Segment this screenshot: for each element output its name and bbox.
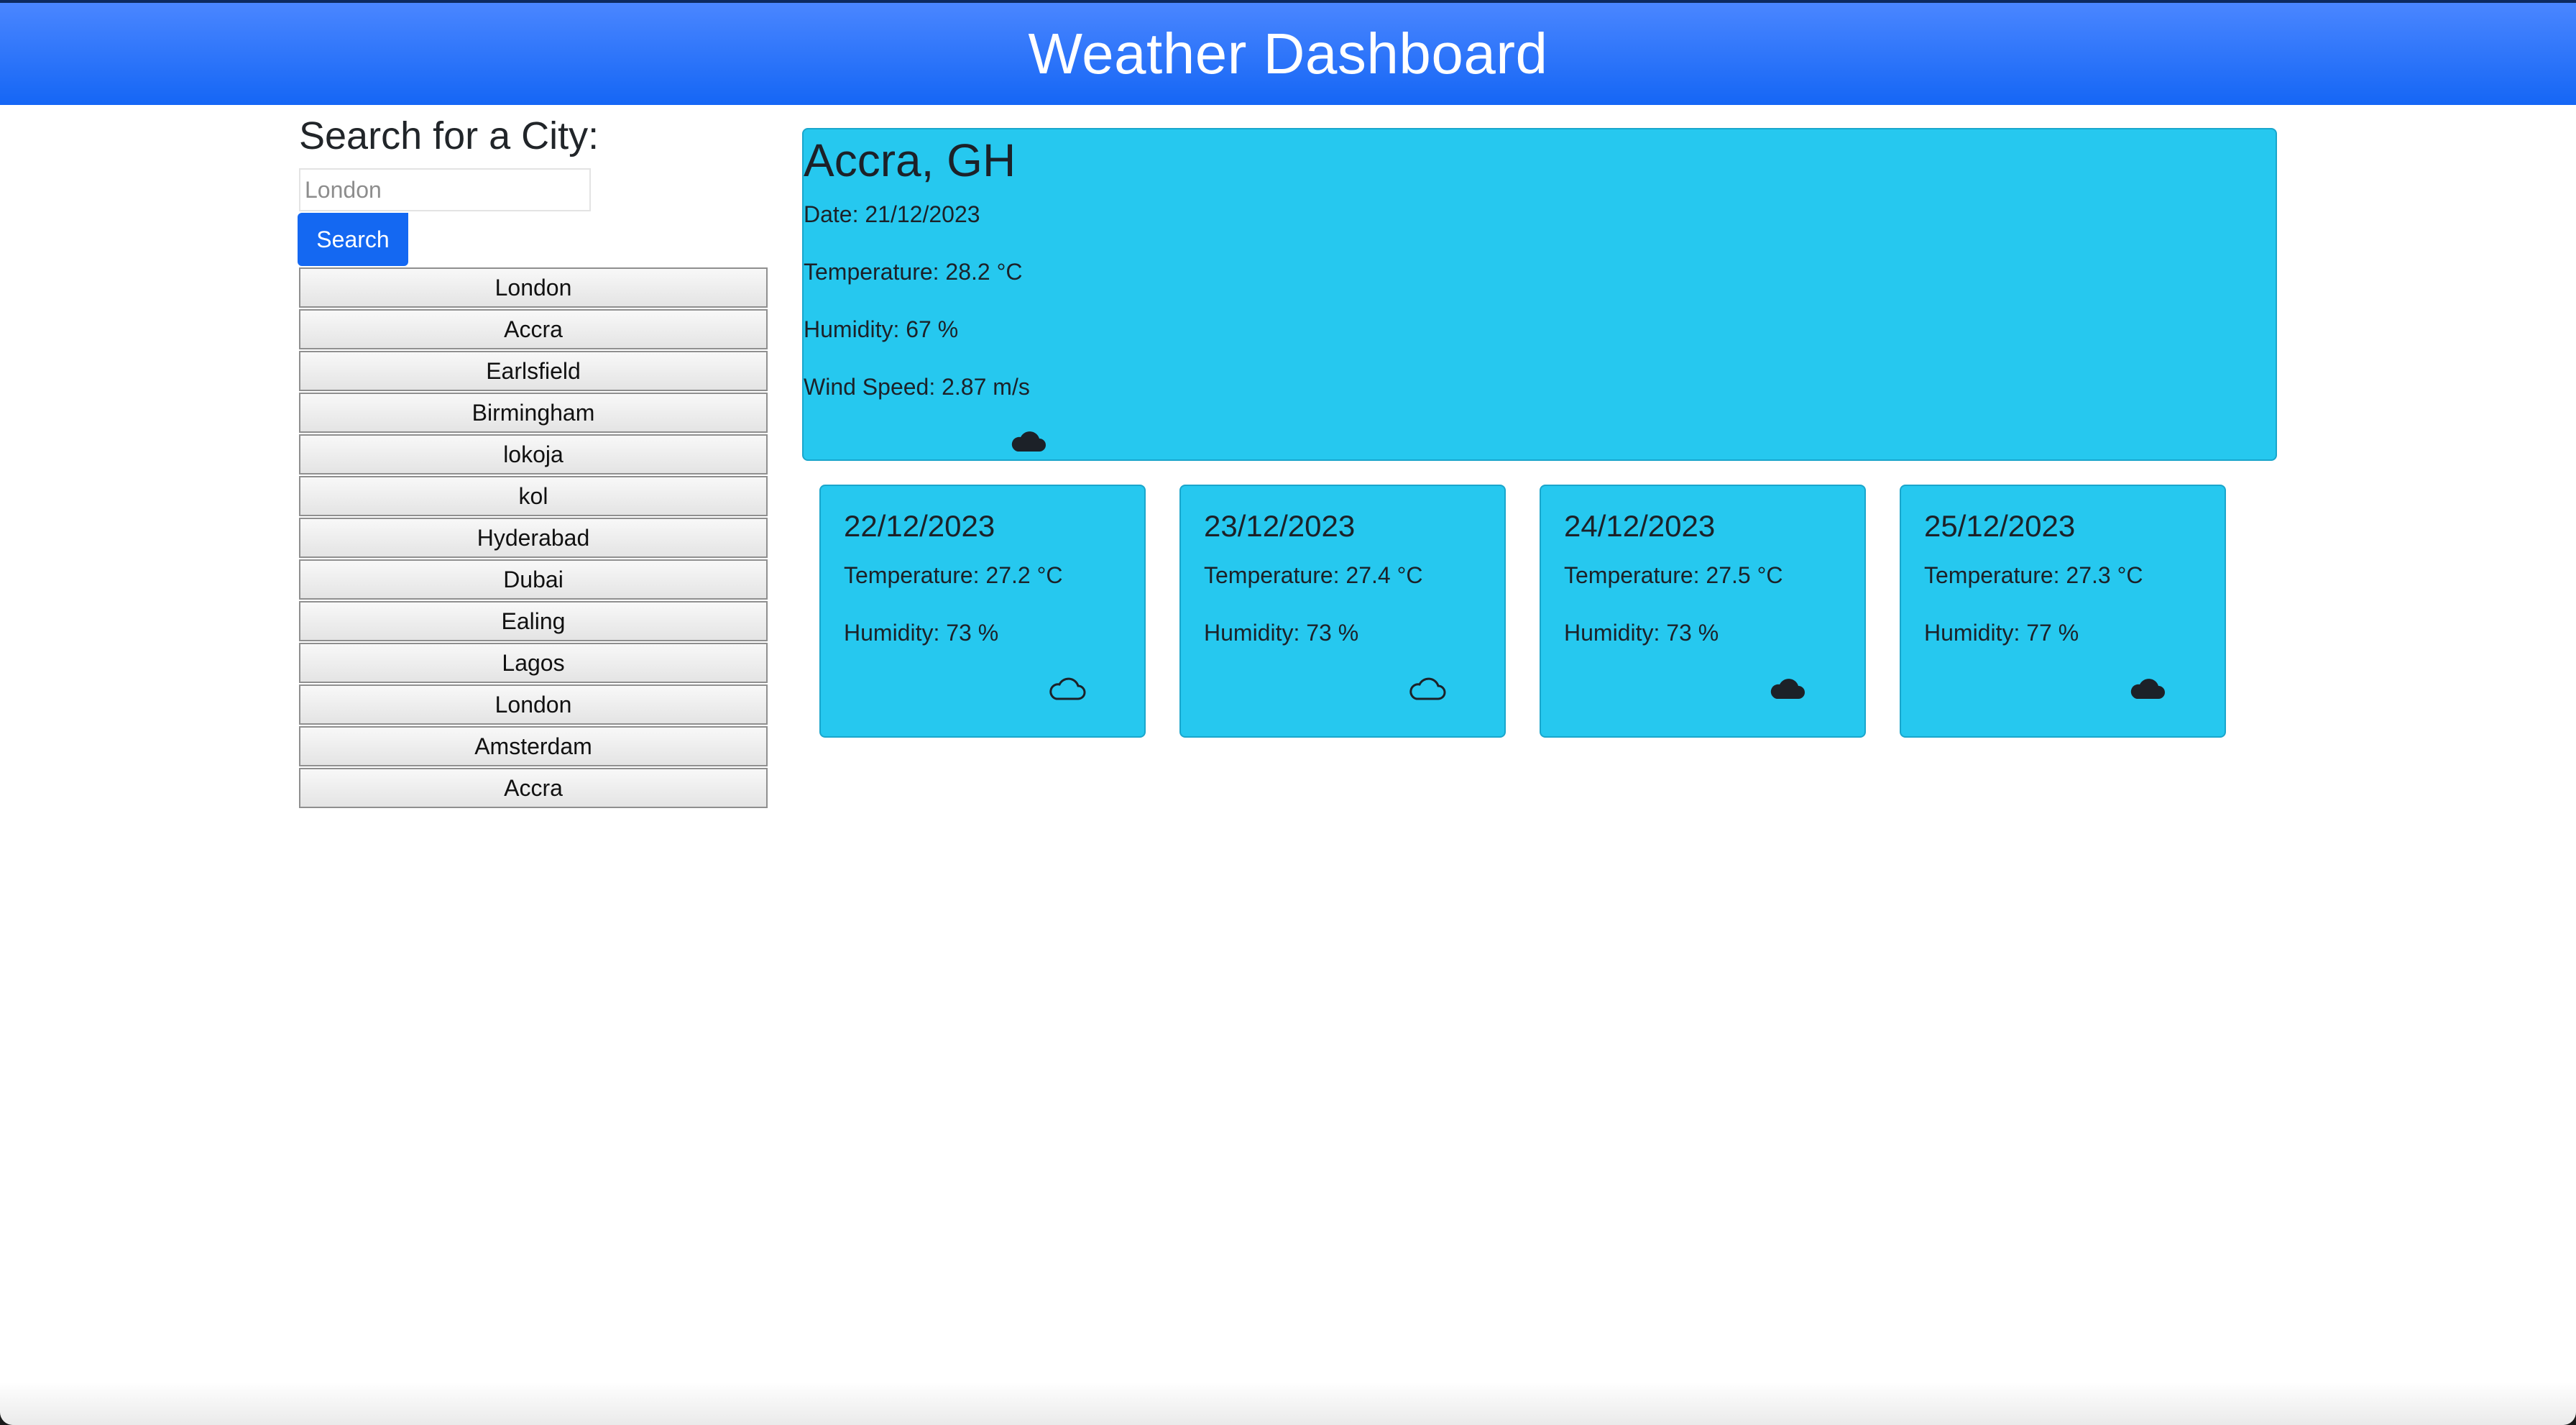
history-item[interactable]: Birmingham: [299, 393, 768, 433]
history-item[interactable]: Earlsfield: [299, 351, 768, 391]
forecast-card: 22/12/2023 Temperature: 27.2 °C Humidity…: [819, 485, 1146, 738]
app-window: Weather Dashboard Search for a City: Sea…: [0, 0, 2576, 1425]
forecast-humidity: Humidity: 77 %: [1924, 620, 2079, 646]
search-title: Search for a City:: [299, 114, 599, 157]
current-weather-card: Accra, GH Date: 21/12/2023 Temperature: …: [802, 128, 2277, 461]
history-item[interactable]: London: [299, 267, 768, 308]
forecast-temperature: Temperature: 27.2 °C: [844, 562, 1063, 588]
current-temperature: Temperature: 28.2 °C: [804, 259, 1023, 285]
current-city-name: Accra, GH: [804, 134, 1016, 186]
history-item[interactable]: Hyderabad: [299, 518, 768, 558]
search-panel: Search for a City: Search London Accra E…: [298, 114, 768, 808]
forecast-card: 24/12/2023 Temperature: 27.5 °C Humidity…: [1540, 485, 1866, 738]
history-item[interactable]: Lagos: [299, 643, 768, 683]
forecast-temperature: Temperature: 27.3 °C: [1924, 562, 2143, 588]
cloud-filled-icon: [1011, 431, 1046, 452]
cloud-outline-icon: [1049, 677, 1086, 700]
forecast-date: 24/12/2023: [1564, 509, 1716, 543]
forecast-humidity: Humidity: 73 %: [844, 620, 999, 646]
forecast-temperature: Temperature: 27.5 °C: [1564, 562, 1783, 588]
history-item[interactable]: Ealing: [299, 601, 768, 641]
cloud-outline-icon: [1409, 677, 1446, 700]
current-humidity: Humidity: 67 %: [804, 316, 959, 342]
current-date: Date: 21/12/2023: [804, 201, 980, 227]
forecast-card: 23/12/2023 Temperature: 27.4 °C Humidity…: [1179, 485, 1506, 738]
search-history-list: London Accra Earlsfield Birmingham lokoj…: [299, 267, 768, 810]
forecast-humidity: Humidity: 73 %: [1564, 620, 1719, 646]
city-search-input[interactable]: [299, 168, 591, 211]
cloud-filled-icon: [1770, 679, 1805, 699]
history-item[interactable]: London: [299, 684, 768, 725]
forecast-humidity: Humidity: 73 %: [1204, 620, 1359, 646]
history-item[interactable]: Dubai: [299, 559, 768, 600]
cloud-filled-icon: [2130, 679, 2165, 699]
forecast-date: 23/12/2023: [1204, 509, 1356, 543]
forecast-date: 22/12/2023: [844, 509, 995, 543]
page-title: Weather Dashboard: [1028, 22, 1548, 86]
history-item[interactable]: lokoja: [299, 434, 768, 475]
history-item[interactable]: Accra: [299, 309, 768, 349]
current-wind-speed: Wind Speed: 2.87 m/s: [804, 374, 1030, 400]
forecast-date: 25/12/2023: [1924, 509, 2076, 543]
search-button[interactable]: Search: [298, 213, 408, 266]
forecast-card: 25/12/2023 Temperature: 27.3 °C Humidity…: [1900, 485, 2226, 738]
forecast-temperature: Temperature: 27.4 °C: [1204, 562, 1423, 588]
history-item[interactable]: kol: [299, 476, 768, 516]
history-item[interactable]: Amsterdam: [299, 726, 768, 766]
page-header: Weather Dashboard: [0, 0, 2576, 105]
window-bottom-shadow: [0, 1382, 2576, 1425]
history-item[interactable]: Accra: [299, 768, 768, 808]
